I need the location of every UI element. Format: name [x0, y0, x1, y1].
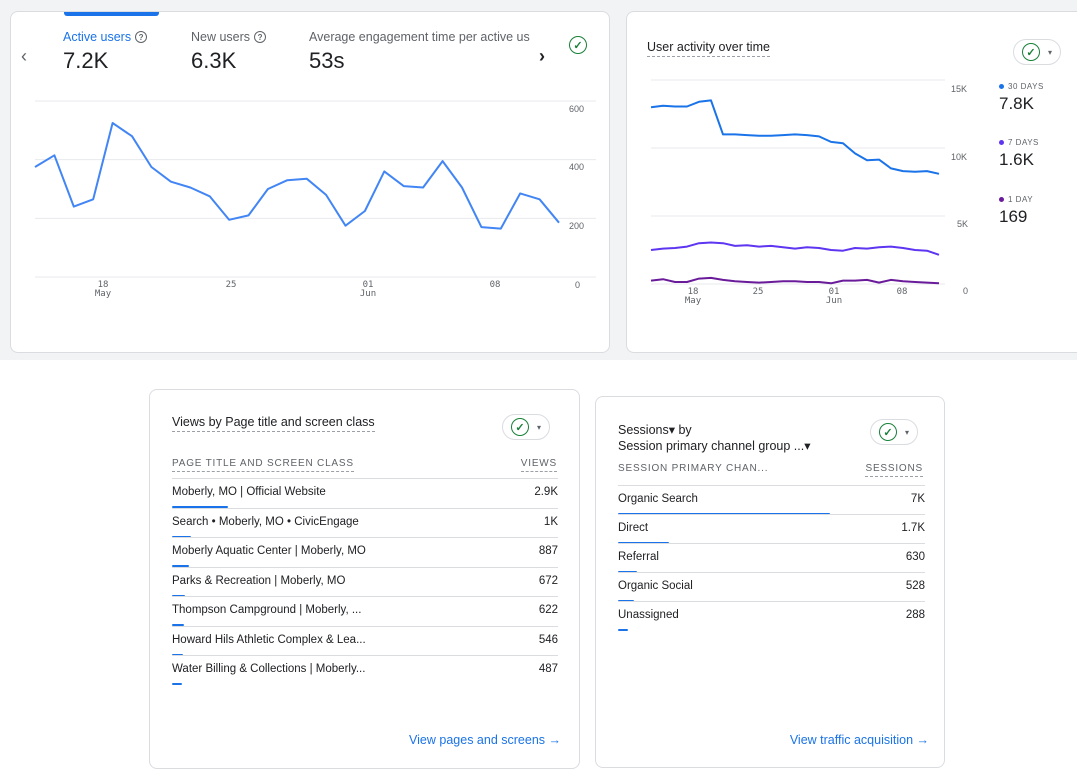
column-header-sessions[interactable]: SESSIONS: [865, 463, 923, 477]
x-tick-label: 08: [489, 280, 501, 290]
table-row[interactable]: Moberly Aquatic Center | Moberly, MO 887: [172, 537, 558, 567]
series-line-7-days: [650, 241, 940, 256]
check-circle-icon: ✓: [1022, 43, 1040, 61]
x-tick-label: 25: [752, 287, 764, 297]
table-row[interactable]: Moberly, MO | Official Website 2.9K: [172, 478, 558, 508]
table-row[interactable]: Search • Moberly, MO • CivicEngage 1K: [172, 507, 558, 538]
x-tick-label: 08: [896, 287, 908, 297]
table-row[interactable]: Howard Hils Athletic Complex & Lea... 546: [172, 625, 558, 656]
row-label: Thompson Campground | Moberly, ...: [172, 604, 362, 616]
row-share-bar: [618, 629, 628, 631]
view-traffic-link[interactable]: View traffic acquisition →: [790, 733, 929, 747]
table-row[interactable]: Referral 630: [618, 543, 925, 573]
sessions-metric-selector[interactable]: Sessions▾ by: [618, 422, 810, 438]
check-circle-icon: ✓: [511, 418, 529, 436]
y-tick-label: 10K: [951, 152, 968, 162]
legend-value: 7.8K: [999, 94, 1034, 113]
column-header-page-title[interactable]: PAGE TITLE AND SCREEN CLASS: [172, 458, 354, 472]
row-value: 487: [538, 663, 558, 675]
compare-dropdown-button[interactable]: ✓ ▾: [1013, 39, 1062, 65]
compare-dropdown-button[interactable]: ✓ ▾: [870, 419, 919, 445]
y-tick-label: 15K: [951, 84, 968, 94]
caret-down-icon: ▾: [537, 422, 542, 432]
row-label: Search • Moberly, MO • CivicEngage: [172, 515, 359, 528]
legend-30-days: 30 DAYS 7.8K: [999, 82, 1044, 113]
row-value: 2.9K: [534, 486, 558, 498]
views-by-page-card: Views by Page title and screen class ✓ ▾…: [149, 389, 580, 769]
row-share-bar: [172, 683, 182, 685]
row-label: Moberly, MO | Official Website: [172, 486, 326, 498]
row-value: 622: [538, 604, 558, 616]
row-value: 528: [905, 580, 925, 592]
table-row[interactable]: Parks & Recreation | Moberly, MO 672: [172, 566, 558, 597]
table-row[interactable]: Direct 1.7K: [618, 514, 925, 544]
user-activity-card: User activity over time ✓ ▾ 15K 10K 5K 0…: [626, 11, 1077, 353]
legend-value: 169: [999, 207, 1028, 226]
x-tick-label: 18 May: [94, 280, 112, 299]
y-tick-label: 200: [569, 221, 585, 231]
y-tick-label: 0: [963, 286, 969, 296]
compare-dropdown-button[interactable]: ✓ ▾: [502, 414, 551, 440]
x-tick-label: 25: [225, 280, 237, 290]
row-label: Organic Search: [618, 493, 698, 505]
row-label: Parks & Recreation | Moberly, MO: [172, 574, 346, 587]
row-label: Howard Hils Athletic Complex & Lea...: [172, 633, 366, 646]
legend-1-day: 1 DAY 169: [999, 195, 1034, 226]
legend-dot: [999, 197, 1004, 202]
row-value: 546: [538, 633, 558, 646]
row-value: 1.7K: [901, 522, 925, 534]
legend-dot: [999, 140, 1004, 145]
table-row[interactable]: Organic Social 528: [618, 572, 925, 602]
row-label: Referral: [618, 551, 659, 563]
active-users-line-chart: [34, 100, 596, 278]
row-label: Direct: [618, 522, 649, 534]
row-label: Organic Social: [618, 580, 693, 592]
row-value: 672: [538, 574, 558, 587]
card-title: Sessions▾ by Session primary channel gro…: [618, 422, 810, 454]
series-line-30-days: [650, 99, 940, 175]
table-row[interactable]: Thompson Campground | Moberly, ... 622: [172, 596, 558, 626]
view-pages-link[interactable]: View pages and screens →: [409, 733, 561, 747]
y-tick-label: 5K: [957, 219, 969, 229]
column-header-channel[interactable]: SESSION PRIMARY CHAN...: [618, 463, 768, 474]
user-activity-line-chart: [650, 79, 945, 285]
table-row[interactable]: Organic Search 7K: [618, 485, 925, 515]
x-tick-label: 18 May: [684, 287, 702, 306]
card-title: Views by Page title and screen class: [172, 415, 375, 432]
check-circle-icon: ✓: [879, 423, 897, 441]
row-label: Unassigned: [618, 609, 679, 621]
x-tick-label: 01 Jun: [825, 287, 843, 306]
caret-down-icon: ▾: [905, 427, 910, 437]
row-value: 7K: [910, 493, 925, 505]
caret-down-icon: ▾: [1048, 47, 1053, 57]
y-tick-label: 400: [569, 162, 585, 172]
series-line-active-users: [34, 122, 560, 230]
table-row[interactable]: Unassigned 288: [618, 601, 925, 631]
dimension-selector[interactable]: Session primary channel group ...▾: [618, 438, 810, 454]
row-value: 1K: [543, 515, 558, 528]
sessions-by-channel-card: Sessions▾ by Session primary channel gro…: [595, 396, 945, 768]
row-value: 288: [905, 609, 925, 621]
series-line-1-day: [650, 276, 940, 285]
x-tick-label: 01 Jun: [359, 280, 377, 299]
overview-card: ‹ Active users? 7.2K New users? 6.3K Ave…: [10, 11, 610, 353]
legend-7-days: 7 DAYS 1.6K: [999, 138, 1039, 169]
table-row[interactable]: Water Billing & Collections | Moberly...…: [172, 655, 558, 685]
row-label: Water Billing & Collections | Moberly...: [172, 663, 366, 675]
y-tick-label: 0: [575, 280, 581, 290]
y-tick-label: 600: [569, 104, 585, 114]
legend-value: 1.6K: [999, 150, 1034, 169]
legend-dot: [999, 84, 1004, 89]
row-value: 630: [905, 551, 925, 563]
row-value: 887: [538, 545, 558, 557]
row-label: Moberly Aquatic Center | Moberly, MO: [172, 545, 366, 557]
column-header-views[interactable]: VIEWS: [520, 458, 557, 472]
